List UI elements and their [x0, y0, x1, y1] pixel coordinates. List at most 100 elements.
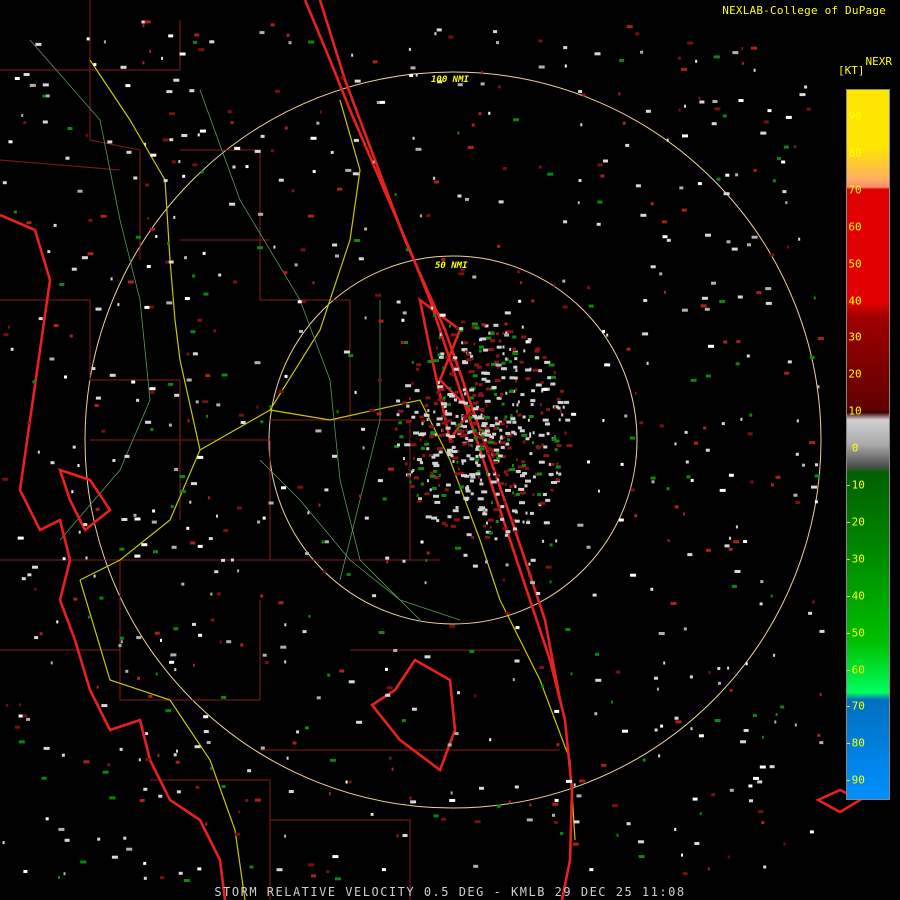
echo-pixel: [429, 435, 435, 439]
echo-pixel: [455, 490, 461, 494]
echo-pixel: [165, 260, 169, 264]
echo-pixel: [488, 440, 495, 444]
echo-pixel: [523, 349, 526, 353]
echo-pixel: [461, 461, 464, 465]
echo-pixel: [447, 515, 452, 519]
echo-pixel: [551, 375, 556, 379]
echo-pixel: [538, 369, 542, 373]
echo-pixel: [439, 333, 442, 337]
echo-pixel: [682, 134, 688, 138]
echo-pixel: [134, 517, 141, 521]
echo-pixel: [813, 296, 816, 300]
echo-pixel: [458, 400, 465, 404]
echo-pixel: [441, 521, 446, 525]
echo-pixel: [167, 242, 170, 245]
echo-pixel: [525, 479, 531, 483]
echo-pixel: [405, 248, 409, 252]
echo-pixel: [441, 402, 447, 406]
echo-pixel: [126, 847, 133, 851]
echo-pixel: [507, 468, 510, 472]
echo-pixel: [508, 390, 514, 393]
echo-pixel: [439, 313, 446, 317]
echo-pixel: [475, 432, 479, 435]
echo-pixel: [753, 68, 756, 72]
echo-pixel: [101, 429, 106, 433]
echo-pixel: [233, 280, 238, 284]
echo-pixel: [587, 286, 591, 290]
echo-pixel: [411, 707, 417, 711]
echo-pixel: [193, 40, 197, 44]
echo-pixel: [625, 143, 630, 147]
echo-pixel: [64, 838, 70, 842]
echo-pixel: [23, 870, 28, 873]
echo-pixel: [539, 666, 545, 669]
echo-pixel: [521, 325, 524, 329]
echo-pixel: [749, 799, 753, 803]
echo-pixel: [454, 398, 457, 402]
echo-pixel: [324, 488, 329, 492]
echo-pixel: [58, 827, 65, 831]
echo-pixel: [517, 426, 522, 430]
echo-pixel: [512, 351, 519, 355]
legend-tick: -70: [845, 699, 865, 713]
echo-pixel: [427, 409, 430, 413]
echo-pixel: [761, 821, 765, 825]
echo-pixel: [27, 573, 32, 577]
echo-pixel: [168, 423, 172, 427]
echo-pixel: [564, 400, 570, 404]
echo-pixel: [445, 426, 451, 430]
echo-pixel: [689, 675, 693, 679]
echo-pixel: [260, 420, 264, 424]
echo-pixel: [483, 348, 489, 352]
echo-pixel: [419, 214, 422, 218]
echo-pixel: [630, 436, 636, 440]
echo-pixel: [527, 418, 530, 422]
echo-pixel: [763, 865, 767, 869]
echo-pixel: [475, 472, 481, 476]
echo-pixel: [308, 863, 315, 867]
echo-pixel: [681, 308, 688, 312]
echo-pixel: [437, 353, 441, 357]
echo-pixel: [505, 391, 508, 395]
echo-pixel: [438, 483, 440, 487]
echo-pixel: [694, 441, 698, 445]
echo-pixel: [83, 523, 88, 527]
echo-pixel: [554, 448, 558, 452]
echo-pixel: [697, 182, 702, 186]
echo-pixel: [493, 448, 500, 452]
echo-pixel: [101, 704, 108, 708]
echo-pixel: [191, 482, 197, 486]
echo-pixel: [552, 813, 555, 817]
echo-pixel: [776, 157, 781, 160]
echo-pixel: [603, 159, 608, 163]
echo-pixel: [393, 649, 398, 652]
echo-pixel: [500, 394, 503, 398]
echo-pixel: [45, 94, 50, 98]
echo-pixel: [377, 479, 383, 483]
echo-pixel: [208, 537, 213, 541]
echo-pixel: [143, 861, 147, 865]
echo-pixel: [227, 110, 232, 114]
echo-pixel: [711, 281, 716, 285]
echo-pixel: [433, 494, 439, 498]
echo-pixel: [560, 832, 564, 835]
echo-pixel: [519, 360, 524, 364]
echo-pixel: [206, 414, 209, 418]
echo-pixel: [492, 461, 499, 465]
echo-pixel: [405, 419, 412, 423]
echo-pixel: [690, 727, 693, 731]
echo-pixel: [473, 436, 478, 440]
echo-pixel: [39, 632, 43, 636]
echo-pixel: [727, 855, 730, 859]
echo-pixel: [49, 357, 55, 361]
echo-pixel: [434, 433, 437, 437]
echo-pixel: [479, 482, 484, 486]
echo-pixel: [496, 451, 500, 455]
echo-pixel: [291, 189, 295, 193]
echo-pixel: [424, 413, 430, 417]
echo-pixel: [413, 456, 416, 460]
echo-pixel: [258, 212, 264, 216]
echo-pixel: [391, 767, 394, 771]
echo-pixel: [152, 509, 156, 513]
echo-pixel: [520, 393, 525, 397]
